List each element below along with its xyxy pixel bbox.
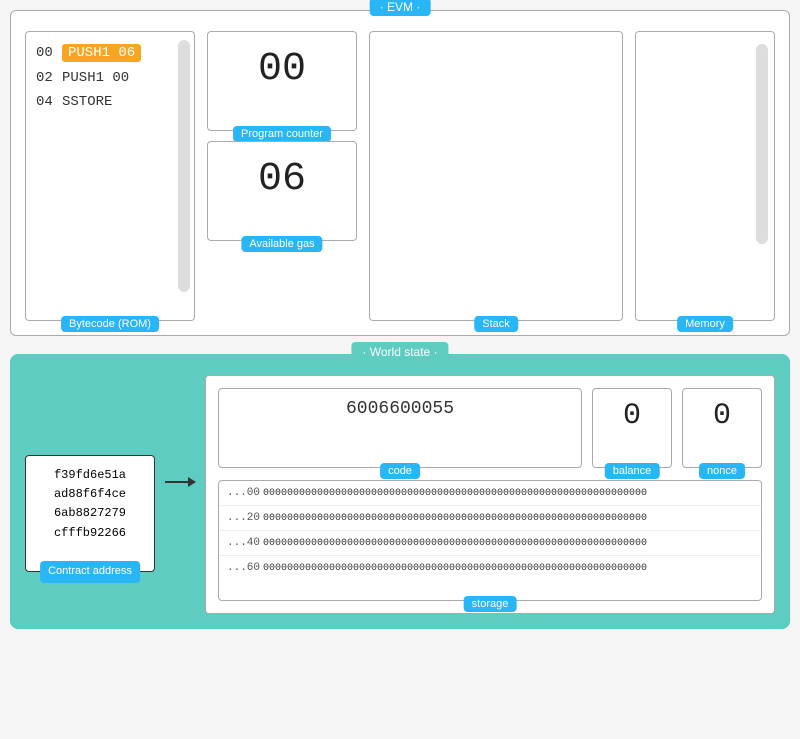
stack-label: Stack xyxy=(474,316,518,332)
available-gas-value: 06 xyxy=(258,158,306,202)
contract-address-line: f39fd6e51a xyxy=(38,466,142,485)
nonce-value: 0 xyxy=(713,399,731,433)
nonce-box: 0 nonce xyxy=(682,388,762,468)
evm-section: · EVM · 00 PUSH1 06 02 PUSH1 00 04 SSTOR… xyxy=(10,10,790,336)
program-counter-box: 00 Program counter xyxy=(207,31,357,131)
arrow-container xyxy=(165,481,195,483)
storage-value: 0000000000000000000000000000000000000000… xyxy=(263,538,753,549)
code-box: 6006600055 code xyxy=(218,388,582,468)
storage-row: ...00 0000000000000000000000000000000000… xyxy=(219,481,761,506)
storage-section: ...00 0000000000000000000000000000000000… xyxy=(218,480,762,601)
contract-address-box: f39fd6e51aad88f6f4ce6ab8827279cfffb92266… xyxy=(25,455,155,572)
storage-row: ...60 0000000000000000000000000000000000… xyxy=(219,556,761,580)
available-gas-label: Available gas xyxy=(241,236,322,252)
contract-address-line: ad88f6f4ce xyxy=(38,485,142,504)
arrow-line xyxy=(165,481,195,483)
storage-rows: ...00 0000000000000000000000000000000000… xyxy=(219,481,761,580)
balance-value: 0 xyxy=(623,399,641,433)
storage-value: 0000000000000000000000000000000000000000… xyxy=(263,563,753,574)
bytecode-rows: 00 PUSH1 06 02 PUSH1 00 04 SSTORE xyxy=(34,40,186,114)
storage-value: 0000000000000000000000000000000000000000… xyxy=(263,513,753,524)
code-value: 6006600055 xyxy=(346,399,454,419)
bytecode-instruction: SSTORE xyxy=(62,94,112,110)
nonce-label: nonce xyxy=(699,463,745,479)
balance-box: 0 balance xyxy=(592,388,672,468)
evm-title: · EVM · xyxy=(370,0,431,16)
world-inner: f39fd6e51aad88f6f4ce6ab8827279cfffb92266… xyxy=(25,375,775,614)
storage-offset: ...40 xyxy=(227,537,263,549)
bytecode-scrollbar[interactable] xyxy=(178,40,190,292)
bytecode-rom-box: 00 PUSH1 06 02 PUSH1 00 04 SSTORE Byteco… xyxy=(25,31,195,321)
available-gas-box: 06 Available gas xyxy=(207,141,357,241)
bytecode-offset: 02 xyxy=(36,70,54,86)
bytecode-rom-label: Bytecode (ROM) xyxy=(61,316,159,332)
account-top: 6006600055 code 0 balance 0 nonce xyxy=(218,388,762,468)
bytecode-offset: 00 xyxy=(36,45,54,61)
memory-box: Memory xyxy=(635,31,775,321)
contract-address-line: 6ab8827279 xyxy=(38,504,142,523)
bytecode-instruction: PUSH1 06 xyxy=(62,44,141,62)
storage-value: 0000000000000000000000000000000000000000… xyxy=(263,488,753,499)
storage-offset: ...00 xyxy=(227,487,263,499)
storage-offset: ...60 xyxy=(227,562,263,574)
stack-box: Stack xyxy=(369,31,623,321)
contract-address-lines: f39fd6e51aad88f6f4ce6ab8827279cfffb92266 xyxy=(38,466,142,543)
balance-label: balance xyxy=(605,463,660,479)
evm-inner: 00 PUSH1 06 02 PUSH1 00 04 SSTORE Byteco… xyxy=(25,31,775,321)
bytecode-row: 04 SSTORE xyxy=(34,90,186,114)
code-label: code xyxy=(380,463,420,479)
memory-scrollbar[interactable] xyxy=(756,44,768,244)
storage-offset: ...20 xyxy=(227,512,263,524)
storage-label: storage xyxy=(464,596,517,612)
program-counter-label: Program counter xyxy=(233,126,331,142)
bytecode-instruction: PUSH1 00 xyxy=(62,70,129,86)
storage-row: ...40 0000000000000000000000000000000000… xyxy=(219,531,761,556)
world-state-title: · World state · xyxy=(351,342,448,362)
program-counter-value: 00 xyxy=(258,48,306,92)
storage-row: ...20 0000000000000000000000000000000000… xyxy=(219,506,761,531)
center-panels: 00 Program counter 06 Available gas xyxy=(207,31,357,321)
world-state-section: · World state · f39fd6e51aad88f6f4ce6ab8… xyxy=(10,354,790,629)
contract-address-line: cfffb92266 xyxy=(38,524,142,543)
contract-address-label: Contract address xyxy=(40,561,140,583)
account-box: 6006600055 code 0 balance 0 nonce ...00 … xyxy=(205,375,775,614)
bytecode-row: 00 PUSH1 06 xyxy=(34,40,186,66)
bytecode-offset: 04 xyxy=(36,94,54,110)
memory-label: Memory xyxy=(677,316,733,332)
bytecode-row: 02 PUSH1 00 xyxy=(34,66,186,90)
